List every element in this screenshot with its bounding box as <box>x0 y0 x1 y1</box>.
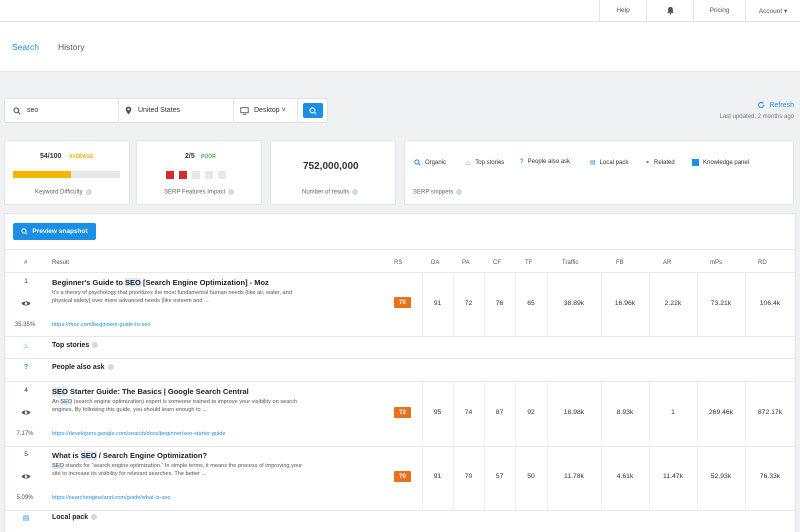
tab-search[interactable]: Search <box>12 42 39 52</box>
info-icon <box>91 514 98 521</box>
map-icon: ▤ <box>590 160 596 166</box>
info-icon <box>228 189 235 195</box>
result-title[interactable]: SEO Starter Guide: The Basics | Google S… <box>52 387 249 396</box>
kd-tag: AVERAGE <box>69 154 94 160</box>
panel-icon <box>692 159 699 166</box>
result-url[interactable]: https://moz.com/beginners-guide-to-seo <box>52 322 151 328</box>
rs-badge: 70 <box>394 471 411 482</box>
col-header-cf[interactable]: CF <box>493 260 501 266</box>
search-icon <box>309 106 317 115</box>
snippet-people-also-ask[interactable]: ? People also ask <box>520 159 570 165</box>
keyword-input[interactable]: seo <box>13 99 113 122</box>
snippet-related[interactable]: ⚭ Related <box>645 159 675 167</box>
top-bar: Help Pricing Account ▾ <box>0 0 800 22</box>
search-button[interactable] <box>303 103 323 118</box>
result-snippet: It's a theory of psychology that priorit… <box>52 290 292 304</box>
eye-icon[interactable] <box>21 300 31 309</box>
kd-bar-fill <box>13 171 71 178</box>
serp-impact-squares <box>166 171 226 179</box>
impact-square <box>218 171 226 179</box>
col-header-rs[interactable]: RS <box>394 260 402 266</box>
flame-icon: ♨ <box>22 343 30 350</box>
kd-bar <box>13 171 120 178</box>
impact-square <box>179 171 187 179</box>
preview-snapshot-button[interactable]: Preview snapshot <box>13 223 96 240</box>
serp-snippets-panel <box>404 140 794 205</box>
help-link[interactable]: Help <box>599 0 646 21</box>
bell-icon <box>666 6 674 15</box>
serp-impact-value: 2/5 <box>185 153 195 160</box>
result-url[interactable]: https://searchengineland.com/guide/what-… <box>52 495 170 501</box>
results-count-label: Number of results <box>302 189 359 196</box>
location-pin-icon <box>125 106 132 115</box>
result-url[interactable]: https://developers.google.com/search/doc… <box>52 431 226 437</box>
snippet-knowledge-panel[interactable]: Knowledge panel <box>692 159 749 166</box>
results-count-value: 752,000,000 <box>303 161 359 172</box>
info-icon <box>85 189 92 195</box>
eye-icon[interactable] <box>21 409 31 418</box>
account-menu[interactable]: Account ▾ <box>745 0 800 21</box>
kd-label: Keyword Difficulty <box>35 189 92 196</box>
last-updated: Last updated: 2 months ago <box>719 114 794 120</box>
col-header-rd[interactable]: RD <box>758 260 767 266</box>
search-icon <box>414 159 421 166</box>
serp-impact-panel: 2/5 POOR SERP Features Impact <box>136 140 262 205</box>
snippet-local-pack[interactable]: ▤ Local pack <box>590 159 628 167</box>
info-icon <box>92 342 99 349</box>
device-select[interactable]: Desktop ˅ <box>240 99 296 122</box>
result-title[interactable]: What is SEO / Search Engine Optimization… <box>52 451 207 460</box>
col-header-pa[interactable]: PA <box>462 260 470 266</box>
impact-square <box>205 171 213 179</box>
search-icon <box>21 228 29 235</box>
question-icon: ? <box>520 159 524 165</box>
col-header-da[interactable]: DA <box>431 260 439 266</box>
keyword-difficulty-panel: 54/100 AVERAGE Keyword Difficulty <box>4 140 130 205</box>
kd-value: 54/100 <box>40 153 62 160</box>
tab-history[interactable]: History <box>58 42 84 52</box>
col-header-tf[interactable]: TF <box>525 260 532 266</box>
col-header-ar[interactable]: AR <box>663 260 671 266</box>
rs-badge: 72 <box>394 407 411 418</box>
col-header-fb[interactable]: FB <box>616 260 624 266</box>
tabs-bar: Search History <box>0 22 800 72</box>
impact-square <box>192 171 200 179</box>
desktop-icon <box>240 106 249 115</box>
col-header-mps[interactable]: mPs <box>710 260 722 266</box>
impact-square <box>166 171 174 179</box>
col-header-result[interactable]: Result <box>52 260 69 266</box>
eye-icon[interactable] <box>21 473 31 482</box>
pricing-link[interactable]: Pricing <box>693 0 745 21</box>
snippet-organic[interactable]: Organic <box>414 159 446 166</box>
results-table: Preview snapshot # Result RS DA PA CF TF… <box>4 213 796 532</box>
info-icon <box>107 364 114 371</box>
col-header-traffic[interactable]: Traffic <box>562 260 578 266</box>
col-header-num[interactable]: # <box>24 260 27 266</box>
info-icon <box>456 189 463 195</box>
rs-badge: 70 <box>394 297 411 308</box>
results-count-panel: 752,000,000 Number of results <box>270 140 396 205</box>
serp-impact-tag: POOR <box>201 154 216 160</box>
search-bar: seo United States Desktop ˅ <box>4 98 328 123</box>
location-select[interactable]: United States <box>125 99 225 122</box>
result-title[interactable]: Beginner's Guide to SEO [Search Engine O… <box>52 278 269 287</box>
info-icon <box>352 189 359 195</box>
map-icon: ▤ <box>22 515 30 522</box>
refresh-icon <box>758 101 765 109</box>
serp-snippets-label: SERP snippets <box>413 189 463 196</box>
question-icon: ? <box>23 364 29 371</box>
snippet-top-stories[interactable]: ♨ Top stories <box>465 159 504 167</box>
flame-icon: ♨ <box>465 160 472 167</box>
link-icon: ⚭ <box>645 160 651 166</box>
notifications-button[interactable] <box>646 0 693 21</box>
search-icon <box>13 106 21 115</box>
result-snippet: An SEO (search engine optimization) expe… <box>52 399 298 413</box>
result-snippet: SEO stands for “search engine optimizati… <box>52 463 302 477</box>
refresh-button[interactable]: Refresh <box>757 101 794 109</box>
serp-impact-label: SERP Features Impact <box>164 189 235 196</box>
